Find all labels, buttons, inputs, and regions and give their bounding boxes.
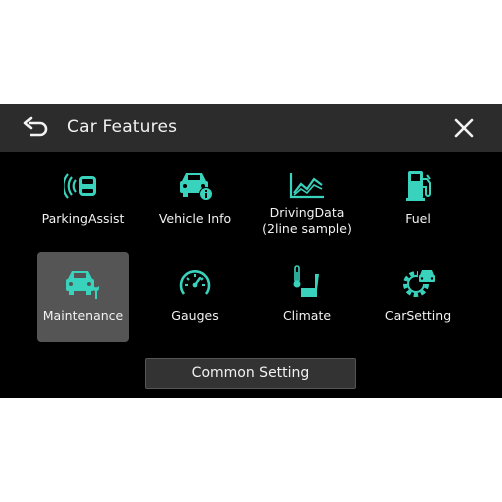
- feature-label: Gauges: [171, 308, 219, 323]
- common-setting-button[interactable]: Common Setting: [145, 358, 356, 389]
- maintenance-icon: [66, 271, 100, 299]
- feature-tile-gauges[interactable]: Gauges: [149, 252, 241, 342]
- car-setting-icon: [403, 268, 435, 297]
- driving-data-icon: [289, 173, 324, 199]
- feature-tile-car-setting[interactable]: CarSetting: [372, 252, 464, 342]
- car-features-screen: Car Features ParkingAssist Vehicle Info …: [0, 104, 502, 398]
- climate-icon: [293, 265, 319, 297]
- feature-label: Vehicle Info: [158, 211, 232, 226]
- feature-tile-maintenance[interactable]: Maintenance: [37, 252, 129, 342]
- close-button[interactable]: [453, 117, 475, 139]
- feature-tile-parking-assist[interactable]: ParkingAssist: [37, 155, 129, 245]
- page-title: Car Features: [67, 117, 178, 137]
- back-arrow-icon: [23, 116, 48, 137]
- header-bar: Car Features: [0, 104, 502, 152]
- close-icon: [454, 118, 474, 138]
- feature-tile-driving-data[interactable]: DrivingData (2line sample): [261, 155, 353, 245]
- back-button[interactable]: [22, 115, 50, 141]
- feature-label: CarSetting: [384, 308, 452, 323]
- feature-label: DrivingData (2line sample): [249, 205, 365, 237]
- gauge-icon: [179, 270, 211, 295]
- feature-tile-vehicle-info[interactable]: Vehicle Info: [149, 155, 241, 245]
- feature-label-line1: DrivingData: [269, 205, 345, 220]
- parking-assist-icon: [64, 173, 96, 199]
- fuel-pump-icon: [406, 171, 431, 201]
- feature-tile-climate[interactable]: Climate: [261, 252, 353, 342]
- feature-tile-fuel[interactable]: Fuel: [372, 155, 464, 245]
- feature-label-line2: (2line sample): [262, 221, 352, 236]
- feature-label: ParkingAssist: [41, 211, 125, 226]
- feature-label: Fuel: [405, 211, 431, 226]
- feature-label: Climate: [282, 308, 332, 323]
- vehicle-info-icon: [180, 173, 213, 201]
- feature-label: Maintenance: [42, 308, 124, 323]
